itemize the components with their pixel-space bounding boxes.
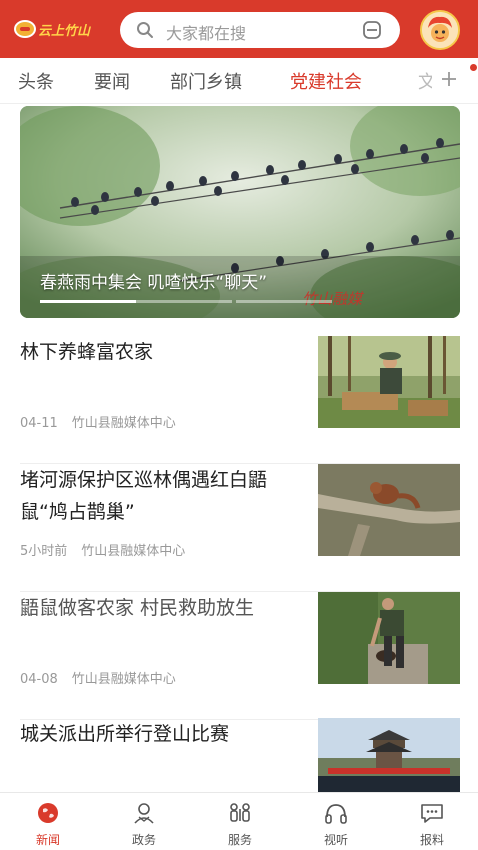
nav-government[interactable]: 政务 [114, 801, 174, 848]
news-item[interactable]: 城关派出所举行登山比赛 [20, 718, 460, 792]
nav-service[interactable]: 服务 [210, 801, 270, 848]
pavilion-group-photo-image [318, 718, 460, 792]
news-date: 04-11 [20, 416, 58, 431]
news-title: 堵河源保护区巡林偶遇红白鼯鼠“鸠占鹊巢” [20, 469, 268, 523]
search-icon [137, 22, 153, 38]
hero-slide-indicator [236, 300, 332, 303]
notification-dot [470, 64, 477, 71]
globe-icon [38, 803, 58, 823]
news-date: 5小时前 [20, 544, 68, 559]
hero-slide-indicator-active [40, 300, 232, 303]
tab-departments-towns[interactable]: 部门乡镇 [170, 68, 242, 94]
nav-label: 政务 [131, 833, 156, 847]
app-logo[interactable]: 云上竹山 [14, 18, 102, 40]
news-source: 竹山县融媒体中心 [81, 544, 186, 559]
news-thumbnail [318, 464, 460, 556]
logo-icon [14, 20, 36, 38]
news-title: 城关派出所举行登山比赛 [20, 723, 230, 745]
flying-squirrel-on-branch-image [318, 464, 460, 556]
news-item[interactable]: 堵河源保护区巡林偶遇红白鼯鼠“鸠占鹊巢” 5小时前 竹山县融媒体中心 [20, 464, 460, 592]
news-meta: 04-11 竹山县融媒体中心 [20, 412, 176, 431]
search-bar[interactable]: 大家都在搜 [120, 12, 400, 48]
nav-label: 视听 [323, 833, 348, 847]
chat-icon [421, 804, 443, 823]
tab-party-society[interactable]: 党建社会 [290, 68, 362, 94]
hero-watermark: 竹山融媒 [302, 290, 363, 308]
headphones-icon [325, 804, 347, 824]
news-thumbnail [318, 718, 460, 792]
tab-culture-partial[interactable]: 文 [418, 68, 432, 94]
people-icon [230, 803, 250, 822]
user-avatar[interactable] [420, 10, 460, 50]
news-thumbnail [318, 592, 460, 684]
nav-report[interactable]: 报料 [402, 801, 462, 848]
logo-text: 云上竹山 [38, 23, 91, 39]
hero-slide-progress-fill [40, 300, 136, 303]
news-date: 04-08 [20, 672, 58, 687]
nav-label: 新闻 [35, 833, 60, 847]
nav-news[interactable]: 新闻 [18, 801, 78, 848]
plus-icon[interactable] [440, 70, 458, 88]
news-item[interactable]: 鼯鼠做客农家 村民救助放生 04-08 竹山县融媒体中心 [20, 592, 460, 720]
app-header: 云上竹山 大家都在搜 [0, 0, 478, 58]
mascot-avatar-icon [422, 12, 458, 48]
bottom-navigation: 新闻 政务 服务 视听 报料 [0, 792, 478, 850]
government-icon [134, 803, 154, 824]
nav-label: 服务 [227, 833, 252, 847]
tab-important-news[interactable]: 要闻 [94, 68, 130, 94]
hero-caption: 春燕雨中集会 叽喳快乐“聊天” [40, 273, 268, 293]
news-item[interactable]: 林下养蜂富农家 04-11 竹山县融媒体中心 [20, 336, 460, 464]
news-source: 竹山县融媒体中心 [71, 416, 176, 431]
nav-label: 报料 [419, 833, 444, 847]
news-meta: 04-08 竹山县融媒体中心 [20, 668, 176, 687]
channel-tabs: 头条 要闻 部门乡镇 党建社会 文 [0, 58, 478, 104]
search-placeholder: 大家都在搜 [166, 24, 247, 43]
tab-headline[interactable]: 头条 [18, 68, 54, 94]
news-thumbnail [318, 336, 460, 428]
news-source: 竹山县融媒体中心 [71, 672, 176, 687]
news-meta: 5小时前 竹山县融媒体中心 [20, 540, 185, 559]
hero-banner[interactable]: 春燕雨中集会 叽喳快乐“聊天” 竹山融媒 [20, 106, 460, 318]
news-title: 林下养蜂富农家 [20, 341, 154, 363]
villager-rescue-image [318, 592, 460, 684]
nav-audio-video[interactable]: 视听 [306, 801, 366, 848]
scan-icon[interactable] [362, 20, 382, 40]
beekeeper-image [318, 336, 460, 428]
news-title: 鼯鼠做客农家 村民救助放生 [20, 597, 255, 619]
